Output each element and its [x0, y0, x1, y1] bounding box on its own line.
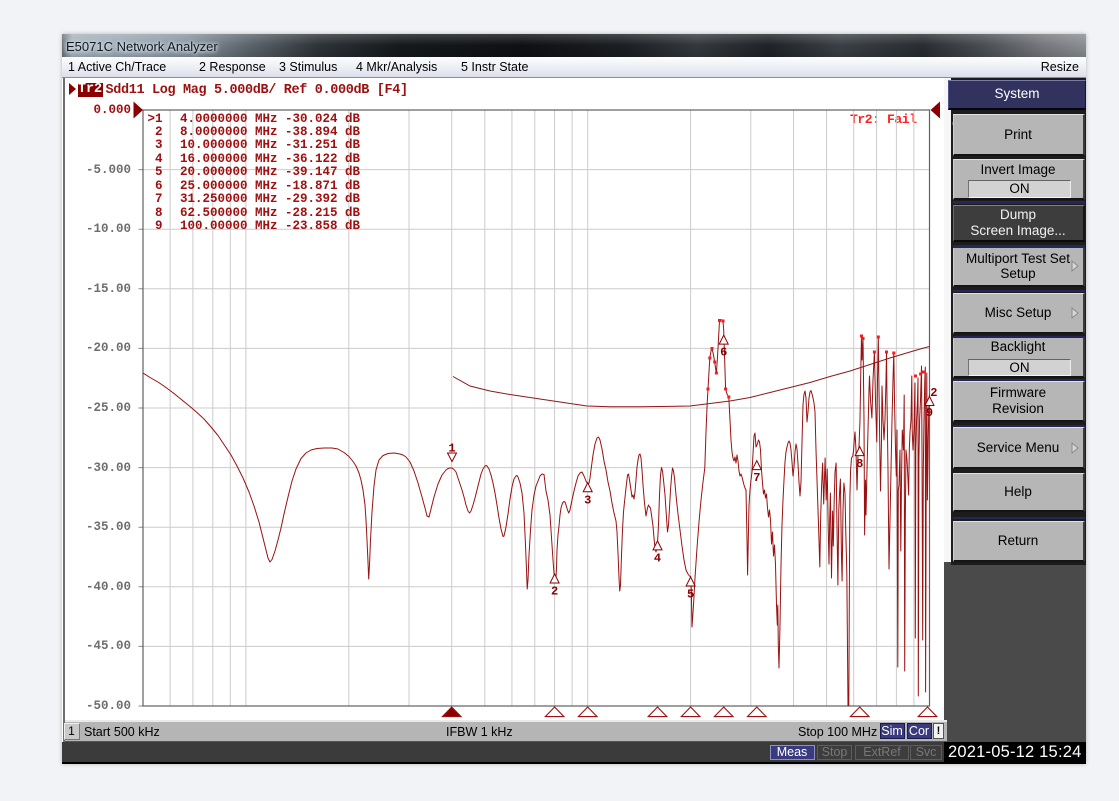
svg-text:2: 2 [930, 386, 937, 400]
svg-text:4: 4 [654, 551, 661, 565]
svg-text:3: 3 [584, 493, 591, 507]
svg-text:1: 1 [448, 442, 455, 456]
svg-text:2: 2 [551, 585, 558, 599]
svg-text:6: 6 [720, 346, 727, 360]
svg-text:8: 8 [856, 457, 863, 471]
svg-text:7: 7 [753, 471, 760, 485]
svg-text:5: 5 [687, 588, 694, 602]
svg-text:9: 9 [926, 406, 933, 420]
